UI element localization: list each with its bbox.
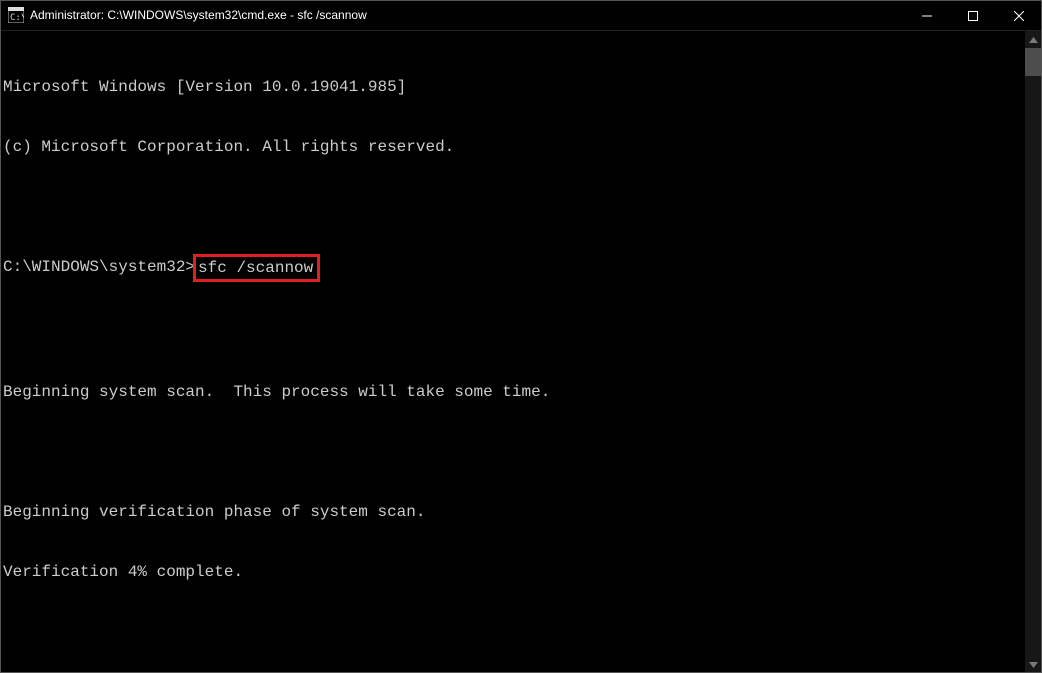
svg-text:C:\: C:\ xyxy=(10,13,24,23)
output-line: Beginning verification phase of system s… xyxy=(3,502,1022,522)
command-highlight: sfc /scannow xyxy=(193,254,320,282)
window-title: Administrator: C:\WINDOWS\system32\cmd.e… xyxy=(30,8,904,22)
vertical-scrollbar[interactable] xyxy=(1025,31,1042,673)
cmd-icon: C:\ xyxy=(8,7,24,23)
terminal-content: Microsoft Windows [Version 10.0.19041.98… xyxy=(3,37,1022,673)
blank-line xyxy=(3,442,1022,462)
minimize-button[interactable] xyxy=(904,0,950,31)
scroll-up-button[interactable] xyxy=(1025,31,1042,48)
output-line: (c) Microsoft Corporation. All rights re… xyxy=(3,137,1022,157)
scroll-thumb[interactable] xyxy=(1025,48,1042,76)
scroll-down-button[interactable] xyxy=(1025,656,1042,673)
output-line: Microsoft Windows [Version 10.0.19041.98… xyxy=(3,77,1022,97)
maximize-button[interactable] xyxy=(950,0,996,31)
blank-line xyxy=(3,197,1022,217)
output-line: Beginning system scan. This process will… xyxy=(3,382,1022,402)
output-line: Verification 4% complete. xyxy=(3,562,1022,582)
window-titlebar: C:\ Administrator: C:\WINDOWS\system32\c… xyxy=(0,0,1042,31)
blank-line xyxy=(3,322,1022,342)
prompt-line: C:\WINDOWS\system32>sfc /scannow xyxy=(3,257,1022,282)
close-button[interactable] xyxy=(996,0,1042,31)
window-controls xyxy=(904,0,1042,30)
prompt-path: C:\WINDOWS\system32> xyxy=(3,257,195,277)
terminal-area[interactable]: Microsoft Windows [Version 10.0.19041.98… xyxy=(0,31,1042,673)
